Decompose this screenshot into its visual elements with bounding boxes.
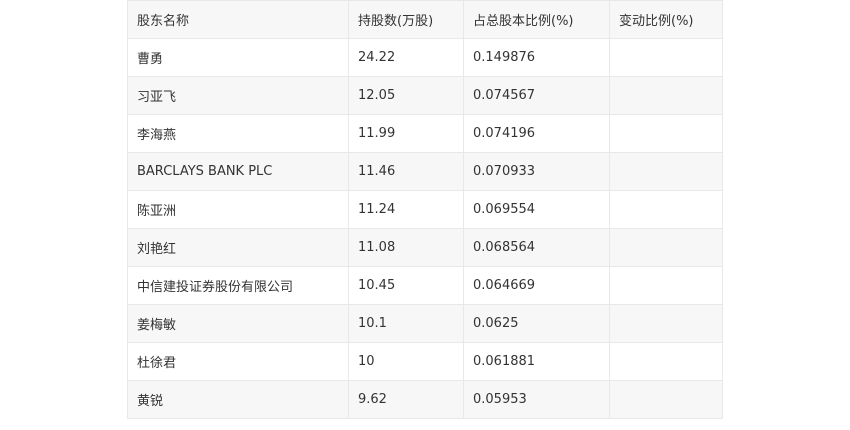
cell-holder-name: 黄锐 [127,380,349,419]
cell-holder-name: 刘艳红 [127,228,349,267]
cell-change-ratio [609,266,723,305]
cell-change-ratio [609,228,723,267]
cell-share-ratio: 0.074196 [463,114,610,153]
table-header-row: 股东名称 持股数(万股) 占总股本比例(%) 变动比例(%) [127,0,723,39]
table-row: 陈亚洲 11.24 0.069554 [127,190,723,229]
table-row: BARCLAYS BANK PLC 11.46 0.070933 [127,152,723,191]
cell-share-ratio: 0.064669 [463,266,610,305]
cell-shares-held: 11.08 [348,228,464,267]
cell-share-ratio: 0.070933 [463,152,610,191]
cell-holder-name: 中信建投证券股份有限公司 [127,266,349,305]
table-row: 中信建投证券股份有限公司 10.45 0.064669 [127,266,723,305]
cell-change-ratio [609,342,723,381]
header-shares-held: 持股数(万股) [348,0,464,39]
cell-shares-held: 11.24 [348,190,464,229]
cell-shares-held: 11.99 [348,114,464,153]
cell-holder-name: 陈亚洲 [127,190,349,229]
cell-share-ratio: 0.068564 [463,228,610,267]
cell-change-ratio [609,304,723,343]
cell-holder-name: 姜梅敏 [127,304,349,343]
shareholder-table: 股东名称 持股数(万股) 占总股本比例(%) 变动比例(%) 曹勇 24.22 … [127,0,723,419]
cell-share-ratio: 0.0625 [463,304,610,343]
header-change-ratio: 变动比例(%) [609,0,723,39]
cell-change-ratio [609,152,723,191]
cell-change-ratio [609,76,723,115]
cell-change-ratio [609,38,723,77]
table-row: 杜徐君 10 0.061881 [127,342,723,381]
cell-shares-held: 10.45 [348,266,464,305]
table-row: 刘艳红 11.08 0.068564 [127,228,723,267]
table-row: 姜梅敏 10.1 0.0625 [127,304,723,343]
table-body: 曹勇 24.22 0.149876 习亚飞 12.05 0.074567 李海燕… [127,38,723,419]
cell-shares-held: 10.1 [348,304,464,343]
header-share-ratio: 占总股本比例(%) [463,0,610,39]
table-row: 习亚飞 12.05 0.074567 [127,76,723,115]
cell-share-ratio: 0.061881 [463,342,610,381]
cell-holder-name: 李海燕 [127,114,349,153]
cell-change-ratio [609,190,723,229]
cell-share-ratio: 0.149876 [463,38,610,77]
cell-holder-name: 杜徐君 [127,342,349,381]
cell-shares-held: 10 [348,342,464,381]
table-row: 曹勇 24.22 0.149876 [127,38,723,77]
table-row: 李海燕 11.99 0.074196 [127,114,723,153]
cell-share-ratio: 0.074567 [463,76,610,115]
cell-holder-name: 习亚飞 [127,76,349,115]
cell-shares-held: 9.62 [348,380,464,419]
cell-share-ratio: 0.05953 [463,380,610,419]
cell-holder-name: 曹勇 [127,38,349,77]
cell-shares-held: 24.22 [348,38,464,77]
cell-shares-held: 12.05 [348,76,464,115]
cell-shares-held: 11.46 [348,152,464,191]
cell-change-ratio [609,380,723,419]
cell-share-ratio: 0.069554 [463,190,610,229]
cell-holder-name: BARCLAYS BANK PLC [127,152,349,191]
table-row: 黄锐 9.62 0.05953 [127,380,723,419]
header-holder-name: 股东名称 [127,0,349,39]
cell-change-ratio [609,114,723,153]
